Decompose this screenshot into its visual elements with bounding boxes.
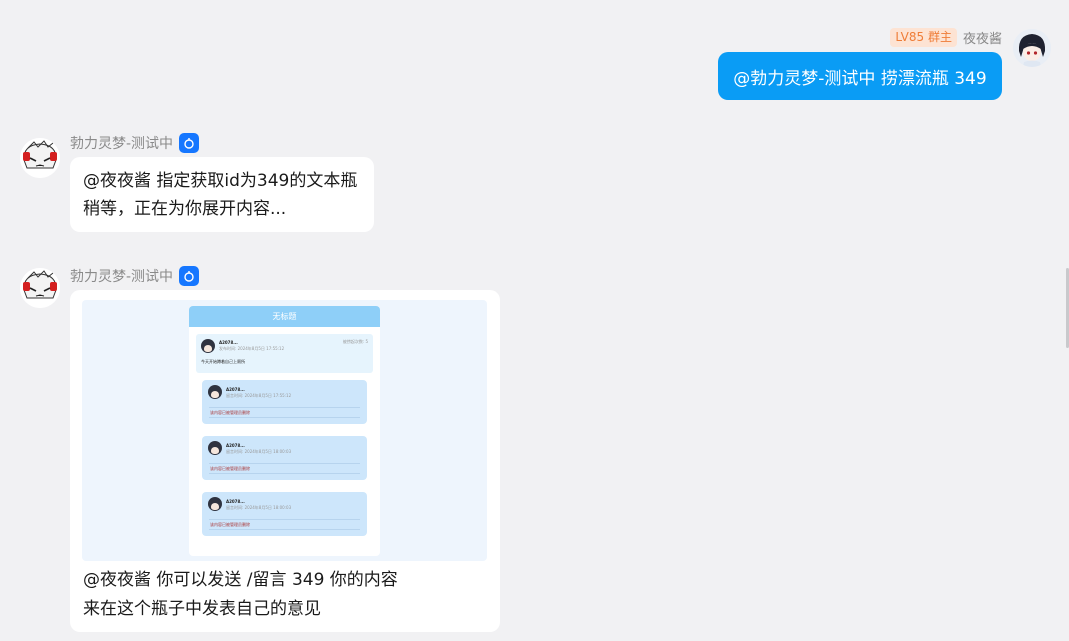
message-line: @夜夜酱 指定获取id为349的文本瓶 <box>83 171 358 191</box>
message-line: @夜夜酱 你可以发送 /留言 349 你的内容 <box>83 570 398 590</box>
reply-user: A2078... <box>226 387 245 392</box>
post-time: 发布时间: 2024年8月5日 17:55:12 <box>219 346 285 351</box>
bot-message-bubble[interactable]: @夜夜酱 指定获取id为349的文本瓶 稍等，正在为你展开内容... <box>70 157 374 232</box>
divider <box>209 407 360 408</box>
reply-time: 留言时间: 2024年8月5日 18:00:03 <box>226 505 292 510</box>
bot-avatar-icon <box>20 268 60 308</box>
bot-name[interactable]: 勃力灵梦-测试中 <box>70 133 173 153</box>
divider <box>209 519 360 520</box>
group-owner-badge: LV85 群主 <box>890 28 957 47</box>
message-line: 稍等，正在为你展开内容... <box>83 199 287 219</box>
reply-item: A2078... 留言时间: 2024年8月5日 18:00:03 该内容已被管… <box>202 436 367 480</box>
reply-time: 留言时间: 2024年8月5日 17:55:12 <box>226 393 292 398</box>
post-content: 今天开始蹲着自己上厕所 <box>201 359 245 364</box>
bottle-image[interactable]: 无标题 A2078... 发布时间: 2024年8月5日 17:55:12 被捞… <box>82 300 487 561</box>
bot-avatar[interactable] <box>20 268 60 308</box>
avatar <box>208 441 222 455</box>
bot-icon <box>179 266 200 286</box>
divider <box>209 529 360 530</box>
bot-name-row: 勃力灵梦-测试中 <box>70 133 200 153</box>
bot-name-row: 勃力灵梦-测试中 <box>70 266 200 286</box>
reply-user: A2078... <box>226 443 245 448</box>
outgoing-message-bubble[interactable]: @勃力灵梦-测试中 捞漂流瓶 349 <box>718 52 1002 100</box>
reply-time: 留言时间: 2024年8月5日 18:00:03 <box>226 449 292 454</box>
avatar <box>201 339 215 353</box>
reply-item: A2078... 留言时间: 2024年8月5日 18:00:03 该内容已被管… <box>202 492 367 536</box>
sender-name[interactable]: 夜夜酱 <box>963 28 1002 47</box>
reply-content: 该内容已被管理员删除 <box>210 466 250 471</box>
card-title: 无标题 <box>189 306 380 327</box>
divider <box>209 463 360 464</box>
divider <box>209 417 360 418</box>
bot-name[interactable]: 勃力灵梦-测试中 <box>70 266 173 286</box>
user-avatar-icon <box>1013 29 1051 67</box>
avatar <box>208 385 222 399</box>
outgoing-meta: LV85 群主 夜夜酱 <box>890 28 1002 47</box>
bottle-card: 无标题 A2078... 发布时间: 2024年8月5日 17:55:12 被捞… <box>189 306 380 556</box>
reply-content: 该内容已被管理员删除 <box>210 522 250 527</box>
reply-user: A2078... <box>226 499 245 504</box>
bot-message-bubble[interactable]: 无标题 A2078... 发布时间: 2024年8月5日 17:55:12 被捞… <box>70 290 500 632</box>
reply-content: 该内容已被管理员删除 <box>210 410 250 415</box>
bot-avatar[interactable] <box>20 138 60 178</box>
bottle-post: A2078... 发布时间: 2024年8月5日 17:55:12 被捞起次数:… <box>196 334 373 373</box>
bot-icon <box>179 133 200 153</box>
message-line: 来在这个瓶子中发表自己的意见 <box>83 599 321 619</box>
post-pick-count: 被捞起次数: 5 <box>342 339 368 344</box>
avatar <box>208 497 222 511</box>
reply-item: A2078... 留言时间: 2024年8月5日 17:55:12 该内容已被管… <box>202 380 367 424</box>
divider <box>209 473 360 474</box>
bot-avatar-icon <box>20 138 60 178</box>
post-user: A2078... <box>219 340 238 345</box>
avatar[interactable] <box>1013 29 1051 67</box>
message-text: @夜夜酱 你可以发送 /留言 349 你的内容 来在这个瓶子中发表自己的意见 <box>83 566 398 624</box>
